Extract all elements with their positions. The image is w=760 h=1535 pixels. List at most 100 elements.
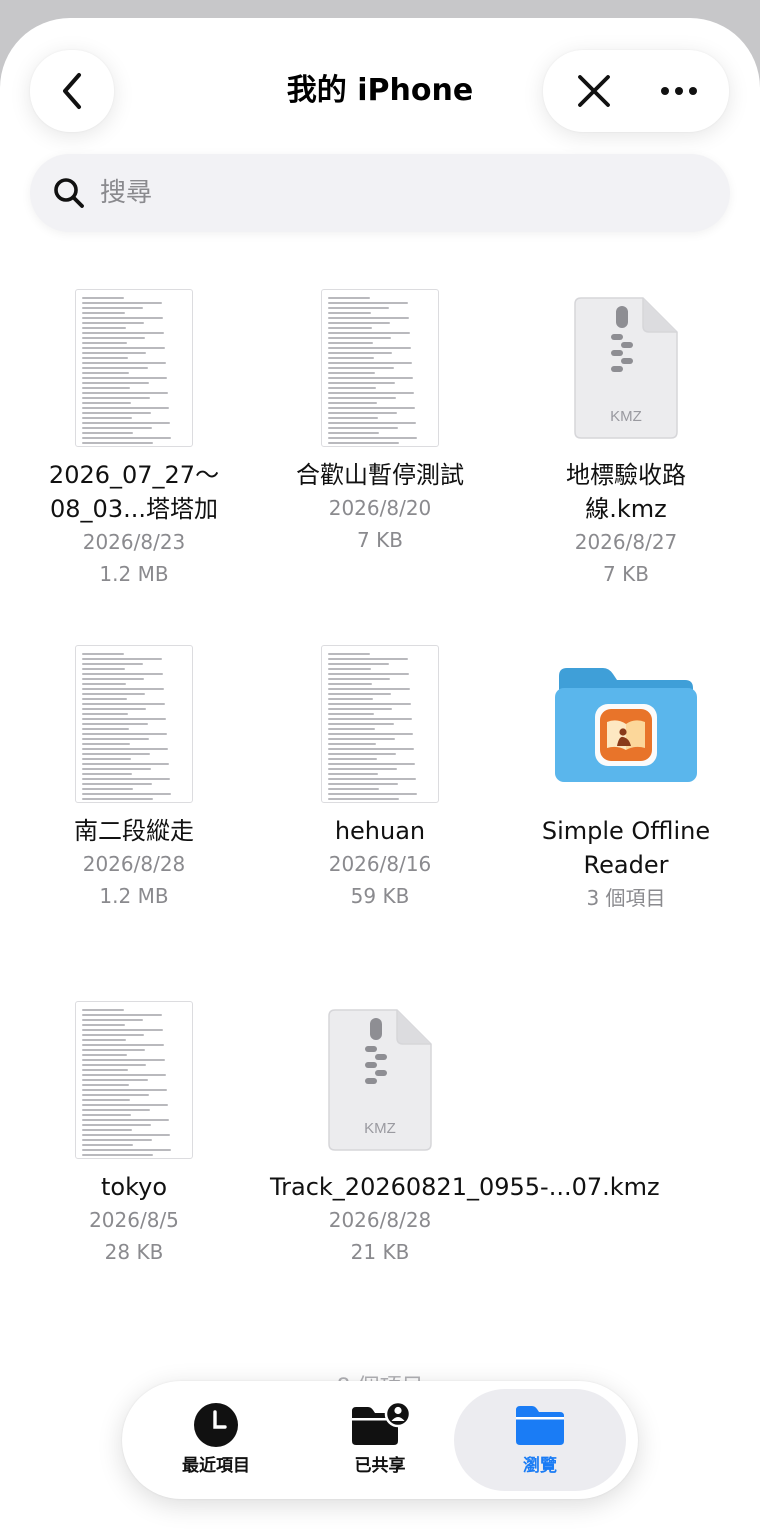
text-line [328, 698, 373, 700]
file-size: 21 KB [350, 1240, 410, 1264]
text-line [82, 768, 151, 770]
text-line [82, 718, 167, 720]
tab-label: 瀏覽 [523, 1456, 557, 1476]
text-line [82, 312, 125, 314]
tab-browse[interactable]: 瀏覽 [454, 1389, 626, 1491]
kmz-badge: KMZ [364, 1120, 396, 1137]
text-line [82, 723, 148, 725]
file-size: 59 KB [350, 884, 410, 908]
text-line [328, 738, 395, 740]
text-line [328, 708, 393, 710]
text-line [82, 1034, 145, 1036]
text-line [82, 327, 126, 329]
text-line [82, 653, 124, 655]
text-line [328, 402, 377, 404]
tab-shared[interactable]: 已共享 [294, 1389, 466, 1491]
folder-item[interactable]: Simple Offline Reader 3 個項目 [511, 644, 741, 914]
page-title: 我的 iPhone [286, 73, 474, 108]
text-line [328, 783, 398, 785]
text-line [82, 763, 170, 765]
text-line [82, 402, 131, 404]
text-line [82, 332, 165, 334]
text-line [82, 678, 145, 680]
text-line [328, 332, 411, 334]
text-line [328, 437, 418, 439]
file-name: 南二段縱走 [74, 817, 194, 845]
text-line [82, 372, 129, 374]
text-line [82, 758, 131, 760]
file-date: 2026/8/20 [328, 496, 432, 520]
text-line [82, 1099, 130, 1101]
text-line [328, 798, 399, 800]
file-date: 2026/8/16 [328, 852, 432, 876]
text-line [82, 798, 153, 800]
text-line [82, 437, 172, 439]
more-button[interactable] [639, 56, 719, 126]
ellipsis-icon [660, 87, 697, 95]
file-name: 地標驗收路線.kmz [566, 461, 686, 523]
text-line [328, 387, 376, 389]
kmz-file-icon: KMZ [265, 1000, 495, 1160]
text-line [328, 753, 396, 755]
search-bar[interactable] [30, 154, 730, 232]
close-button[interactable] [554, 56, 634, 126]
text-line [328, 718, 413, 720]
document-thumbnail [19, 1000, 249, 1160]
text-line [82, 302, 163, 304]
text-line [82, 1114, 131, 1116]
text-line [82, 683, 126, 685]
tab-label: 已共享 [354, 1456, 406, 1476]
file-item[interactable]: 南二段縱走 2026/8/28 1.2 MB [19, 644, 249, 912]
text-line [82, 387, 130, 389]
tab-recents[interactable]: 最近項目 [130, 1389, 302, 1491]
text-line [82, 1124, 151, 1126]
document-thumbnail [19, 288, 249, 448]
file-item[interactable]: KMZ Track_20260821_0955-...07.kmz 2026/8… [265, 1000, 660, 1268]
text-line [328, 683, 372, 685]
file-name: 2026_07_27～08_03...塔塔加 [48, 461, 220, 523]
file-date: 2026/8/23 [82, 530, 186, 554]
file-date: 2026/8/28 [328, 1208, 432, 1232]
text-line [82, 673, 164, 675]
text-line [328, 372, 375, 374]
text-line [328, 673, 410, 675]
text-line [82, 1109, 150, 1111]
file-item[interactable]: tokyo 2026/8/5 28 KB [19, 1000, 249, 1268]
text-line [82, 1149, 172, 1151]
text-line [82, 1024, 125, 1026]
text-line [82, 703, 166, 705]
text-line [328, 658, 409, 660]
file-date: 2026/8/5 [89, 1208, 179, 1232]
search-input[interactable] [100, 178, 660, 208]
text-line [82, 788, 133, 790]
kmz-file-icon: KMZ [511, 288, 741, 448]
book-reader-icon [600, 709, 652, 761]
file-name: tokyo [100, 1173, 168, 1201]
text-line [82, 1154, 153, 1156]
text-line [328, 347, 412, 349]
back-button[interactable] [30, 50, 114, 132]
file-date: 2026/8/27 [574, 530, 678, 554]
text-line [328, 442, 399, 444]
text-line [82, 778, 171, 780]
text-line [82, 793, 172, 795]
search-icon [54, 178, 84, 208]
clock-icon [194, 1403, 238, 1447]
file-item[interactable]: KMZ 地標驗收路線.kmz 2026/8/27 7 KB [511, 288, 741, 590]
text-line [82, 1104, 169, 1106]
text-line [328, 733, 414, 735]
document-thumbnail [265, 288, 495, 448]
kmz-badge: KMZ [610, 408, 642, 425]
file-item[interactable]: 2026_07_27～08_03...塔塔加 2026/8/23 1.2 MB [19, 288, 249, 590]
text-line [82, 748, 169, 750]
text-line [82, 417, 132, 419]
file-item[interactable]: 合歡山暫停測試 2026/8/20 7 KB [265, 288, 495, 556]
text-line [328, 337, 392, 339]
text-line [328, 362, 413, 364]
text-line [328, 397, 396, 399]
text-line [328, 357, 374, 359]
text-line [328, 307, 390, 309]
text-line [328, 663, 390, 665]
file-item[interactable]: hehuan 2026/8/16 59 KB [265, 644, 495, 912]
text-line [82, 668, 125, 670]
